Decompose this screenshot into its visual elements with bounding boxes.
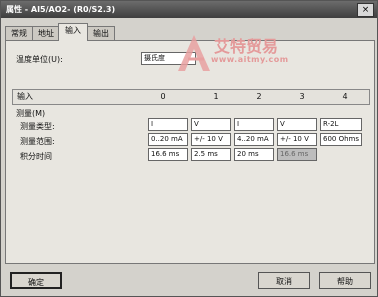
column-header-4: 4	[342, 92, 348, 101]
measurement-type-ch2[interactable]: I	[234, 118, 274, 131]
integration-time-ch2[interactable]: 20 ms	[234, 148, 274, 161]
measurement-type-ch1[interactable]: V	[191, 118, 231, 131]
help-button[interactable]: 帮助	[319, 272, 371, 289]
tab-general[interactable]: 常规	[5, 26, 33, 41]
ok-button[interactable]: 确定	[10, 272, 62, 289]
column-header-1: 1	[213, 92, 219, 101]
measurement-range-ch1[interactable]: +/- 10 V	[191, 133, 231, 146]
close-button[interactable]: ×	[357, 3, 374, 17]
window-title: 属性 - AI5/AO2- (R0/S2.3)	[6, 5, 116, 14]
integration-time-ch3: 16.6 ms	[277, 148, 317, 161]
tab-address[interactable]: 地址	[32, 26, 60, 41]
measurement-type-label: 测量类型:	[20, 122, 55, 131]
properties-dialog: 属性 - AI5/AO2- (R0/S2.3) × 常规 地址 输入 输出 温度…	[0, 0, 378, 297]
measurement-range-ch3[interactable]: +/- 10 V	[277, 133, 317, 146]
measurement-type-ch4[interactable]: R-2L	[320, 118, 362, 131]
integration-time-ch1[interactable]: 2.5 ms	[191, 148, 231, 161]
measurement-range-ch4[interactable]: 600 Ohms	[320, 133, 362, 146]
tab-output[interactable]: 输出	[87, 26, 115, 41]
channel-grid-header: 输入 0 1 2 3 4	[12, 89, 370, 105]
column-header-3: 3	[299, 92, 305, 101]
watermark-url: www.aitmy.com	[211, 55, 289, 64]
cancel-button[interactable]: 取消	[258, 272, 310, 289]
tab-input[interactable]: 输入	[58, 23, 88, 41]
watermark-brand: 艾特贸易	[214, 37, 279, 56]
input-tab-panel: 温度单位(U): 摄氏度 输入 0 1 2 3 4 测量(M) 测量类型: I …	[5, 35, 375, 264]
measurement-range-ch2[interactable]: 4..20 mA	[234, 133, 274, 146]
measurement-range-ch0[interactable]: 0..20 mA	[148, 133, 188, 146]
integration-time-ch0[interactable]: 16.6 ms	[148, 148, 188, 161]
title-bar[interactable]: 属性 - AI5/AO2- (R0/S2.3) ×	[1, 1, 377, 18]
integration-time-label: 积分时间	[20, 152, 52, 161]
column-header-2: 2	[256, 92, 262, 101]
measurement-section-label: 测量(M)	[16, 109, 46, 118]
watermark-logo-icon	[178, 35, 210, 71]
temperature-unit-label: 温度单位(U):	[16, 55, 63, 64]
measurement-type-ch3[interactable]: V	[277, 118, 317, 131]
measurement-range-label: 测量范围:	[20, 137, 55, 146]
column-header-0: 0	[160, 92, 166, 101]
column-header-input: 输入	[17, 92, 33, 101]
measurement-type-ch0[interactable]: I	[148, 118, 188, 131]
